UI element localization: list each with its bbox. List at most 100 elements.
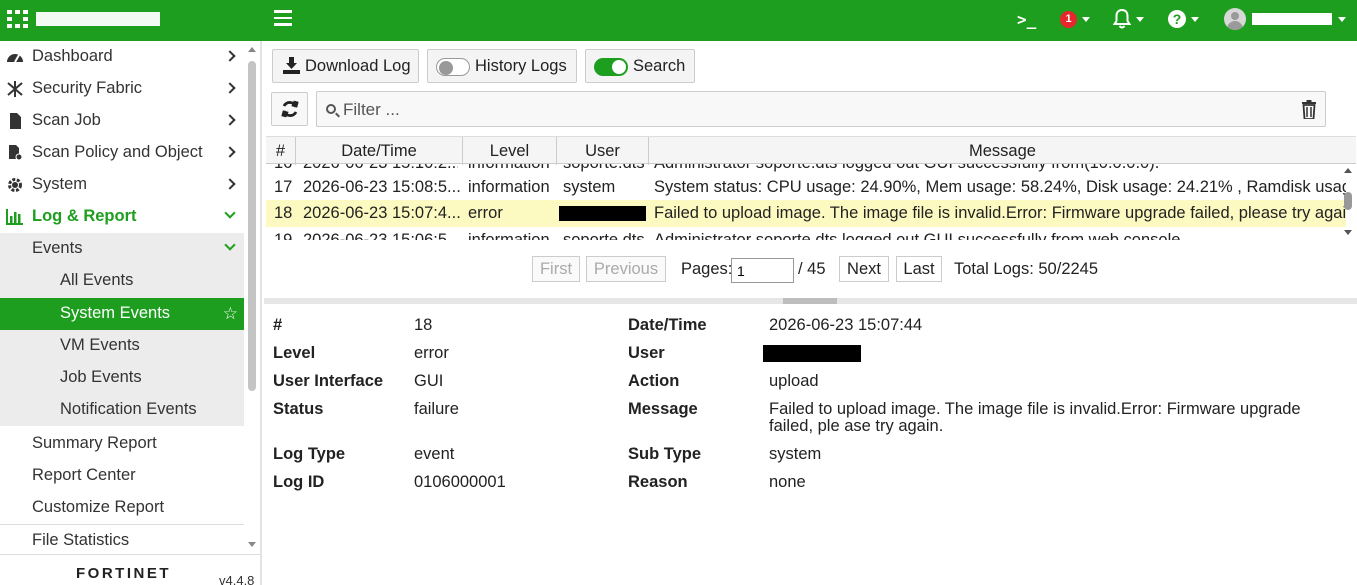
sidebar-item-all-events[interactable]: All Events <box>0 265 244 297</box>
detail-user-redacted <box>763 345 861 362</box>
apps-grid-icon[interactable] <box>7 10 29 28</box>
notification-count-badge[interactable]: 1 <box>1060 11 1077 28</box>
scroll-down-arrow-icon[interactable] <box>248 542 256 547</box>
sidebar-scrollbar[interactable] <box>247 47 257 547</box>
panel-resize-divider[interactable] <box>264 298 1357 304</box>
chevron-down-icon[interactable] <box>1338 17 1346 22</box>
refresh-button[interactable] <box>271 92 308 126</box>
column-header-message[interactable]: Message <box>649 137 1356 165</box>
detail-reason-label: Reason <box>628 473 688 491</box>
chevron-down-icon <box>224 207 236 219</box>
sidebar-item-scan-policy[interactable]: Scan Policy and Object <box>0 137 244 169</box>
total-logs-label: Total Logs: 50/2245 <box>954 260 1099 278</box>
chevron-right-icon <box>224 114 236 126</box>
sidebar-item-notification-events[interactable]: Notification Events <box>0 394 244 426</box>
top-bar: >_ 1 ? <box>0 0 1357 41</box>
scroll-up-arrow-icon[interactable] <box>1344 168 1352 173</box>
help-icon[interactable]: ? <box>1168 10 1186 28</box>
detail-ui-label: User Interface <box>273 372 384 390</box>
column-header-level[interactable]: Level <box>463 137 557 165</box>
table-row[interactable]: 19 2026-06-23 15:06:5... information sop… <box>266 227 1346 240</box>
history-logs-toggle-button[interactable]: History Logs <box>427 49 577 83</box>
chevron-right-icon <box>224 178 236 190</box>
search-icon <box>326 104 336 114</box>
username-redacted[interactable] <box>1252 13 1332 25</box>
fortinet-logo: FORTINET <box>76 565 171 582</box>
chevron-down-icon[interactable] <box>1082 17 1090 22</box>
search-toggle[interactable] <box>594 58 628 76</box>
hamburger-menu-icon[interactable] <box>274 10 292 28</box>
sidebar-item-system[interactable]: System <box>0 169 244 201</box>
filter-search-box[interactable] <box>316 91 1326 127</box>
star-icon[interactable]: ☆ <box>223 304 238 324</box>
next-page-button[interactable]: Next <box>839 256 889 282</box>
column-header-num[interactable]: # <box>266 137 296 165</box>
sidebar-item-dashboard[interactable]: Dashboard <box>0 41 244 73</box>
sidebar-item-events[interactable]: Events <box>0 233 244 265</box>
sidebar-item-scan-job[interactable]: Scan Job <box>0 105 244 137</box>
hostname-redacted <box>36 12 160 26</box>
sidebar-item-job-events[interactable]: Job Events <box>0 362 244 394</box>
bar-chart-icon <box>6 209 23 225</box>
sidebar-item-summary-report[interactable]: Summary Report <box>0 428 244 460</box>
table-row[interactable]: 17 2026-06-23 15:08:5... information sys… <box>266 174 1346 201</box>
file-icon <box>10 113 21 129</box>
page-number-input[interactable] <box>731 258 794 283</box>
scroll-down-arrow-icon[interactable] <box>1344 230 1352 235</box>
detail-level-label: Level <box>273 344 316 362</box>
table-row-selected[interactable]: 18 2026-06-23 15:07:4... error Failed to… <box>266 200 1346 227</box>
sidebar-item-log-report[interactable]: Log & Report <box>0 201 244 233</box>
detail-num-value: 18 <box>414 316 433 334</box>
sidebar-item-file-statistics[interactable]: File Statistics <box>0 525 244 557</box>
detail-logtype-value: event <box>414 445 455 463</box>
download-log-button[interactable]: Download Log <box>272 49 419 83</box>
bell-icon[interactable] <box>1113 9 1131 29</box>
dashboard-gauge-icon <box>7 54 23 63</box>
cli-console-icon[interactable]: >_ <box>1017 10 1036 29</box>
resize-grip[interactable] <box>783 298 837 304</box>
detail-reason-value: none <box>769 473 806 491</box>
detail-logid-value: 0106000001 <box>414 473 506 491</box>
detail-message-label: Message <box>628 400 698 418</box>
chevron-down-icon[interactable] <box>1191 17 1199 22</box>
previous-page-button[interactable]: Previous <box>586 256 666 282</box>
last-page-button[interactable]: Last <box>896 256 942 282</box>
version-label: v4.4.8 <box>219 573 255 585</box>
scan-policy-icon <box>9 145 23 161</box>
table-scrollbar[interactable] <box>1342 166 1354 238</box>
detail-action-value: upload <box>769 372 819 390</box>
trash-icon[interactable] <box>1301 100 1317 119</box>
chevron-down-icon[interactable] <box>1136 17 1144 22</box>
pages-label: Pages: <box>681 260 733 278</box>
sidebar-footer: FORTINET v4.4.8 <box>0 554 260 585</box>
scroll-up-arrow-icon[interactable] <box>248 47 256 52</box>
detail-status-value: failure <box>414 400 459 418</box>
column-header-datetime[interactable]: Date/Time <box>296 137 463 165</box>
filter-input[interactable] <box>343 99 1293 121</box>
user-redacted <box>559 206 646 226</box>
sidebar-item-system-events[interactable]: System Events ☆ <box>0 298 244 330</box>
refresh-icon <box>281 100 299 118</box>
first-page-button[interactable]: First <box>532 256 580 282</box>
detail-level-value: error <box>414 344 449 362</box>
sidebar-item-customize-report[interactable]: Customize Report <box>0 492 244 524</box>
scrollbar-thumb[interactable] <box>1344 192 1352 210</box>
detail-datetime-value: 2026-06-23 15:07:44 <box>769 316 923 334</box>
detail-num-label: # <box>273 316 283 334</box>
log-table: 16 2026-06-23 15:10:2... information sop… <box>266 136 1356 240</box>
detail-user-label: User <box>628 344 665 362</box>
scrollbar-thumb[interactable] <box>248 61 256 391</box>
chevron-right-icon <box>224 50 236 62</box>
detail-logid-label: Log ID <box>273 473 325 491</box>
sidebar-item-vm-events[interactable]: VM Events <box>0 330 244 362</box>
column-header-user[interactable]: User <box>557 137 649 165</box>
detail-subtype-label: Sub Type <box>628 445 702 463</box>
detail-status-label: Status <box>273 400 324 418</box>
history-logs-toggle[interactable] <box>436 58 470 76</box>
sidebar-item-security-fabric[interactable]: Security Fabric <box>0 73 244 105</box>
search-toggle-button[interactable]: Search <box>585 49 695 83</box>
table-header: # Date/Time Level User Message <box>266 136 1356 165</box>
avatar[interactable] <box>1224 8 1246 30</box>
security-fabric-icon <box>7 81 23 97</box>
sidebar-item-report-center[interactable]: Report Center <box>0 460 244 492</box>
